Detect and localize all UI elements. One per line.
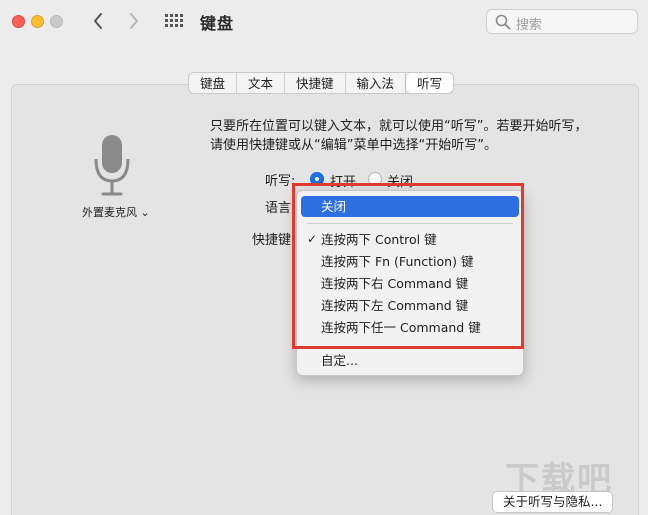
- checkmark-icon: ✓: [307, 232, 318, 246]
- dictation-off-label: 关闭: [387, 175, 414, 190]
- microphone-source-dropdown[interactable]: 外置麦克风 ⌄: [82, 204, 150, 220]
- dictation-on-radio[interactable]: [310, 172, 324, 186]
- tab-shortcuts[interactable]: 快捷键: [285, 73, 346, 93]
- tab-bar: 键盘 文本 快捷键 输入法 听写: [188, 72, 455, 94]
- dictation-on-label: 打开: [330, 175, 357, 190]
- menu-item-off[interactable]: 关闭: [301, 196, 519, 217]
- menu-item-double-left-command[interactable]: 连按两下左 Command 键: [301, 295, 519, 316]
- grid-icon: [165, 14, 183, 27]
- minimize-window-button[interactable]: [31, 15, 44, 28]
- dictation-description: 只要所在位置可以键入文本，就可以使用“听写”。若要开始听写，请使用快捷键或从“编…: [210, 119, 588, 153]
- menu-item-double-fn[interactable]: 连按两下 Fn (Function) 键: [301, 251, 519, 272]
- shortcut-dropdown-menu: 关闭 ✓ 连按两下 Control 键 连按两下 Fn (Function) 键…: [296, 190, 524, 376]
- menu-item-label: 自定...: [321, 353, 358, 368]
- menu-item-label: 关闭: [321, 199, 347, 214]
- zoom-window-button[interactable]: [50, 15, 63, 28]
- close-window-button[interactable]: [12, 15, 25, 28]
- menu-item-label: 连按两下 Control 键: [321, 232, 437, 247]
- menu-separator: [307, 223, 513, 224]
- menu-item-label: 连按两下左 Command 键: [321, 298, 469, 313]
- menu-item-double-control[interactable]: ✓ 连按两下 Control 键: [301, 229, 519, 250]
- forward-button[interactable]: [122, 10, 144, 32]
- chevron-right-icon: [130, 13, 138, 29]
- search-icon: [495, 14, 511, 30]
- dictation-label: 听写:: [265, 174, 296, 189]
- microphone-icon: [92, 133, 132, 203]
- dictation-off-radio[interactable]: [368, 172, 382, 186]
- preferences-window: 键盘 搜索 键盘 文本 快捷键 输入法 听写 外置麦克风 ⌄ 只要所在位置可以键…: [0, 0, 648, 515]
- show-all-button[interactable]: [164, 13, 184, 29]
- back-button[interactable]: [88, 10, 110, 32]
- menu-separator: [307, 346, 513, 347]
- shortcut-label: 快捷键: [252, 233, 292, 248]
- about-dictation-privacy-button[interactable]: 关于听写与隐私...: [492, 491, 614, 513]
- search-placeholder: 搜索: [516, 18, 543, 33]
- window-title: 键盘: [200, 14, 235, 33]
- menu-item-double-either-command[interactable]: 连按两下任一 Command 键: [301, 317, 519, 338]
- tab-text[interactable]: 文本: [237, 73, 286, 93]
- tab-dictation[interactable]: 听写: [406, 73, 454, 93]
- tab-keyboard[interactable]: 键盘: [189, 73, 238, 93]
- tab-input-sources[interactable]: 输入法: [346, 73, 407, 93]
- menu-item-label: 连按两下 Fn (Function) 键: [321, 254, 474, 269]
- menu-item-label: 连按两下任一 Command 键: [321, 320, 481, 335]
- menu-item-label: 连按两下右 Command 键: [321, 276, 469, 291]
- search-field[interactable]: 搜索: [486, 9, 638, 34]
- menu-item-double-right-command[interactable]: 连按两下右 Command 键: [301, 273, 519, 294]
- language-label: 语言: [265, 201, 292, 216]
- titlebar: 键盘 搜索: [0, 0, 648, 44]
- menu-item-customize[interactable]: 自定...: [301, 350, 519, 371]
- chevron-left-icon: [94, 13, 102, 29]
